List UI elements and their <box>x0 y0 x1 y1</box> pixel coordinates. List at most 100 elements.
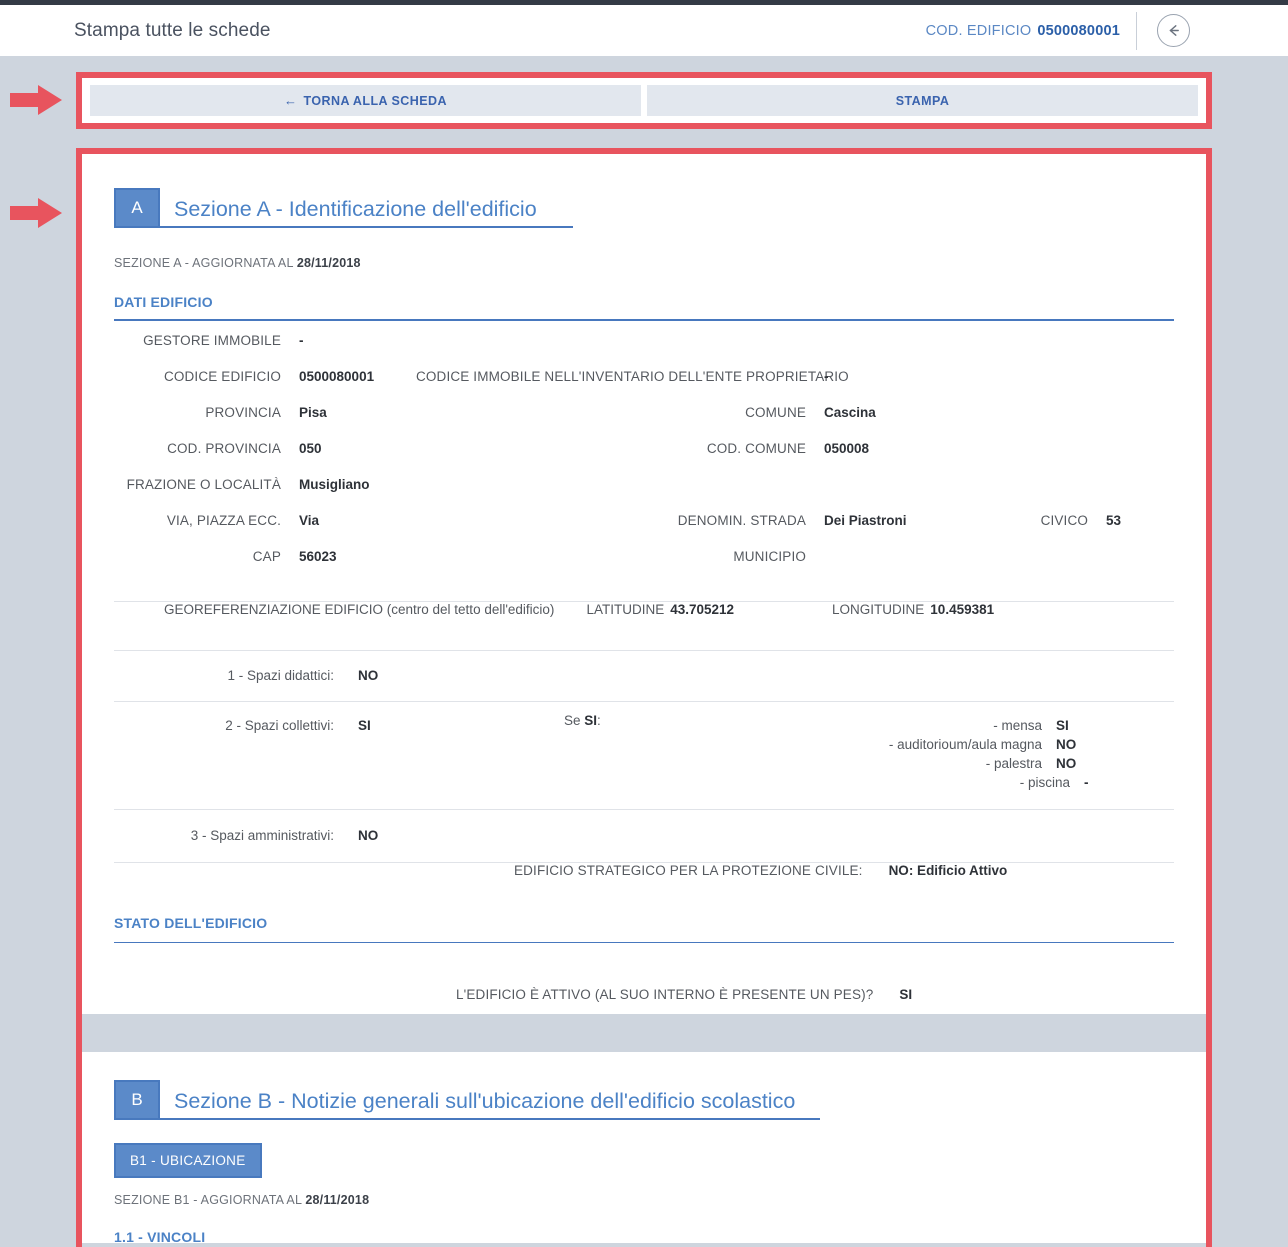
field-row: CODICE EDIFICIO 0500080001 CODICE IMMOBI… <box>114 369 1174 405</box>
spazi-collettivi-row: 2 - Spazi collettivi: SI Se SI: - mensa … <box>114 702 1174 809</box>
annotation-arrow-toolbar <box>8 82 64 118</box>
provincia-value: Pisa <box>281 405 416 420</box>
back-to-sheet-button[interactable]: ← TORNA ALLA SCHEDA <box>90 85 641 116</box>
gestore-immobile-label: GESTORE IMMOBILE <box>114 333 281 348</box>
back-button[interactable] <box>1157 14 1190 47</box>
cod-provincia-value: 050 <box>281 441 416 456</box>
longitudine-field: LONGITUDINE10.459381 <box>832 602 994 617</box>
app-header: Stampa tutte le schede COD. EDIFICIO 050… <box>0 5 1288 56</box>
stato-edificio-title: STATO DELL'EDIFICIO <box>114 915 1174 931</box>
section-a-heading: A Sezione A - Identificazione dell'edifi… <box>114 154 1174 228</box>
se-si-text: Se <box>564 713 584 728</box>
spazi-didattici-value: NO <box>334 668 564 683</box>
spazi-amministrativi-row: 3 - Spazi amministrativi: NO <box>114 810 1174 862</box>
annotation-arrow-section-a <box>8 195 64 231</box>
arrow-left-icon: ← <box>284 94 297 107</box>
spazi-amministrativi-value: NO <box>334 828 564 843</box>
page-title: Stampa tutte le schede <box>74 20 271 42</box>
via-piazza-label: VIA, PIAZZA ECC. <box>114 513 281 528</box>
sub-row: - piscina - <box>832 775 1089 794</box>
codice-edificio-label: CODICE EDIFICIO <box>114 369 281 384</box>
denomin-strada-label: DENOMIN. STRADA <box>416 513 806 528</box>
via-piazza-value: Via <box>281 513 416 528</box>
building-code-value: 0500080001 <box>1037 23 1120 39</box>
codice-immobile-value: - <box>806 369 1006 384</box>
palestra-value: NO <box>1042 756 1076 771</box>
section-b-card: B Sezione B - Notizie generali sull'ubic… <box>82 1052 1206 1243</box>
vincoli-title: 1.1 - VINCOLI <box>114 1229 1174 1245</box>
section-a-updated-date: 28/11/2018 <box>297 256 361 270</box>
latitudine-label: LATITUDINE <box>586 602 664 617</box>
section-gap <box>82 1014 1206 1052</box>
piscina-label: - piscina <box>832 775 1070 790</box>
edificio-attivo-value: SI <box>899 987 912 1002</box>
spazi-collettivi-label: 2 - Spazi collettivi: <box>114 718 334 733</box>
denomin-strada-value: Dei Piastroni <box>806 513 1006 528</box>
civico-label: CIVICO <box>1006 513 1088 528</box>
cap-label: CAP <box>114 549 281 564</box>
codice-immobile-label: CODICE IMMOBILE NELL'INVENTARIO DELL'ENT… <box>416 369 806 384</box>
comune-label: COMUNE <box>416 405 806 420</box>
latitudine-field: LATITUDINE 43.705212 <box>586 602 734 617</box>
gestore-immobile-value: - <box>281 333 416 348</box>
section-a-title-box: Sezione A - Identificazione dell'edifici… <box>160 188 1174 228</box>
latitudine-value: 43.705212 <box>670 602 734 617</box>
section-b-underline <box>160 1118 820 1120</box>
piscina-value: - <box>1070 775 1089 790</box>
longitudine-value: 10.459381 <box>930 602 994 617</box>
field-row: CAP 56023 MUNICIPIO <box>114 549 1174 585</box>
section-a-updated: SEZIONE A - AGGIORNATA AL 28/11/2018 <box>114 256 1174 270</box>
field-row: FRAZIONE O LOCALITÀ Musigliano <box>114 477 1174 513</box>
section-a-badge: A <box>114 188 160 228</box>
b1-ubicazione-tab[interactable]: B1 - UBICAZIONE <box>114 1143 262 1178</box>
arrow-left-circle-icon <box>1164 21 1183 40</box>
cod-provincia-label: COD. PROVINCIA <box>114 441 281 456</box>
auditorium-label: - auditorioum/aula magna <box>832 737 1042 752</box>
field-row: COD. PROVINCIA 050 COD. COMUNE 050008 <box>114 441 1174 477</box>
section-b-updated: SEZIONE B1 - AGGIORNATA AL 28/11/2018 <box>114 1193 1174 1207</box>
print-button[interactable]: STAMPA <box>647 85 1198 116</box>
edificio-attivo-row: L'EDIFICIO È ATTIVO (AL SUO INTERNO È PR… <box>114 943 1174 1002</box>
edificio-attivo-label: L'EDIFICIO È ATTIVO (AL SUO INTERNO È PR… <box>456 987 873 1002</box>
field-row: PROVINCIA Pisa COMUNE Cascina <box>114 405 1174 441</box>
section-a-underline <box>160 226 573 228</box>
edificio-strategico-value: NO: Edificio Attivo <box>889 863 1008 878</box>
field-row: GESTORE IMMOBILE - <box>114 333 1174 369</box>
section-b-title: Sezione B - Notizie generali sull'ubicaz… <box>160 1089 1174 1118</box>
spazi-didattici-label: 1 - Spazi didattici: <box>114 668 334 683</box>
frazione-value: Musigliano <box>281 477 416 492</box>
section-a-title: Sezione A - Identificazione dell'edifici… <box>160 197 1174 226</box>
auditorium-value: NO <box>1042 737 1076 752</box>
toolbar-highlight-box: ← TORNA ALLA SCHEDA STAMPA <box>76 72 1212 129</box>
header-divider <box>1136 12 1137 50</box>
municipio-label: MUNICIPIO <box>416 549 806 564</box>
mensa-label: - mensa <box>832 718 1042 733</box>
section-a-updated-text: SEZIONE A - AGGIORNATA AL <box>114 256 297 270</box>
dati-edificio-title: DATI EDIFICIO <box>114 294 1174 310</box>
palestra-label: - palestra <box>832 756 1042 771</box>
print-label: STAMPA <box>896 94 950 108</box>
field-row: VIA, PIAZZA ECC. Via DENOMIN. STRADA Dei… <box>114 513 1174 549</box>
georeferenziazione-row: GEOREFERENZIAZIONE EDIFICIO (centro del … <box>114 602 1174 650</box>
cap-value: 56023 <box>281 549 416 564</box>
back-to-sheet-label: TORNA ALLA SCHEDA <box>303 94 447 108</box>
sub-row: - auditorioum/aula magna NO <box>832 737 1089 756</box>
se-si-bold: SI <box>584 713 597 728</box>
edificio-strategico-row: EDIFICIO STRATEGICO PER LA PROTEZIONE CI… <box>114 863 1174 915</box>
spazi-amministrativi-label: 3 - Spazi amministrativi: <box>114 828 334 843</box>
spazi-collettivi-sublist: - mensa SI - auditorioum/aula magna NO -… <box>832 718 1089 794</box>
se-si-label: Se SI: <box>564 713 832 728</box>
spazi-didattici-row: 1 - Spazi didattici: NO <box>114 651 1174 701</box>
sub-row: - mensa SI <box>832 718 1089 737</box>
georeferenziazione-label: GEOREFERENZIAZIONE EDIFICIO (centro del … <box>164 602 554 617</box>
building-data-fields: GESTORE IMMOBILE - CODICE EDIFICIO 05000… <box>114 333 1174 585</box>
cod-comune-label: COD. COMUNE <box>416 441 806 456</box>
header-right-group: COD. EDIFICIO 0500080001 <box>926 5 1288 56</box>
section-b-title-box: Sezione B - Notizie generali sull'ubicaz… <box>160 1080 1174 1120</box>
toolbar: ← TORNA ALLA SCHEDA STAMPA <box>82 78 1206 123</box>
section-b-updated-text: SEZIONE B1 - AGGIORNATA AL <box>114 1193 305 1207</box>
section-b-badge: B <box>114 1080 160 1120</box>
civico-value: 53 <box>1088 513 1121 528</box>
se-si-colon: : <box>597 713 601 728</box>
mensa-value: SI <box>1042 718 1069 733</box>
